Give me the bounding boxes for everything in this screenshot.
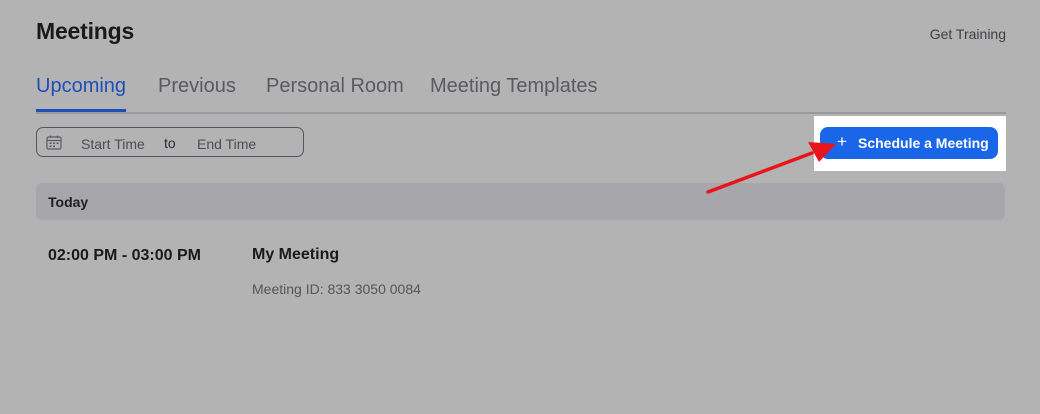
tab-previous[interactable]: Previous (158, 75, 236, 98)
meeting-id: Meeting ID: 833 3050 0084 (252, 281, 421, 297)
start-time-input[interactable]: Start Time (81, 136, 145, 152)
schedule-meeting-label: Schedule a Meeting (858, 135, 989, 151)
page-title: Meetings (36, 18, 135, 44)
meeting-name-link[interactable]: My Meeting (252, 246, 339, 264)
date-range-separator: to (164, 135, 176, 151)
section-header-today: Today (36, 183, 1005, 220)
tab-upcoming[interactable]: Upcoming (36, 75, 127, 112)
meeting-time: 02:00 PM - 03:00 PM (48, 247, 201, 264)
section-header-label: Today (48, 194, 89, 210)
date-range-picker[interactable]: Start Time to End Time (36, 127, 304, 157)
tab-personal-room[interactable]: Personal Room (266, 75, 404, 98)
plus-icon: + (837, 132, 847, 151)
tab-meeting-templates[interactable]: Meeting Templates (430, 75, 598, 98)
get-training-link[interactable]: Get Training (930, 26, 1006, 42)
end-time-input[interactable]: End Time (197, 136, 256, 152)
calendar-icon (46, 135, 62, 150)
meetings-tabs: Upcoming Previous Personal Room Meeting … (36, 74, 1006, 114)
schedule-meeting-button[interactable]: + Schedule a Meeting (820, 127, 998, 159)
